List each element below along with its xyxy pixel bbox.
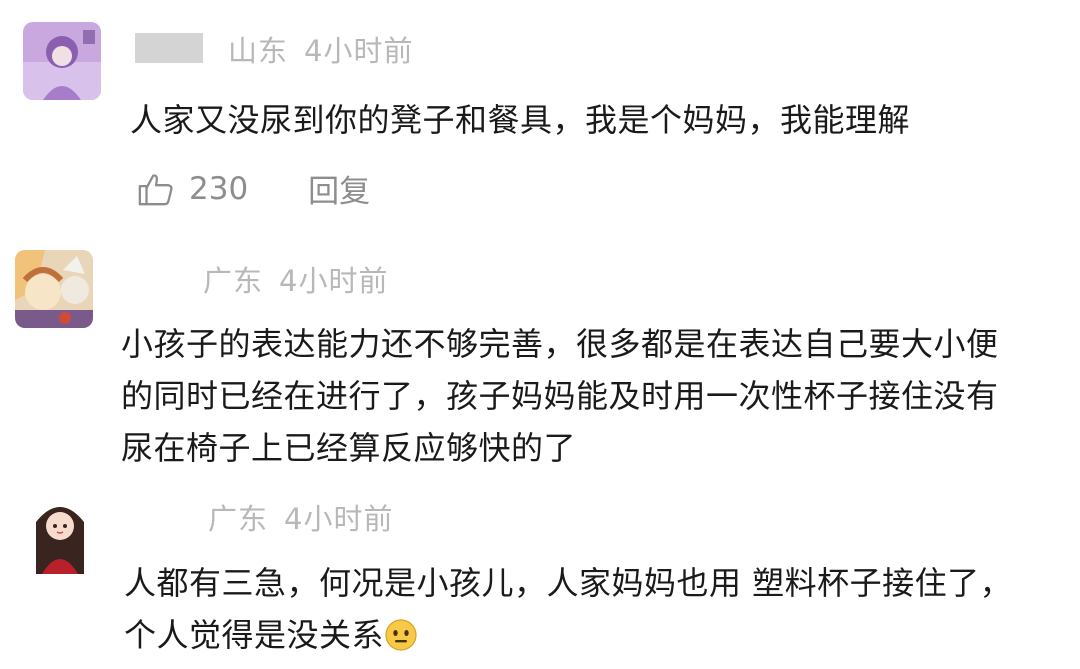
smile-emoji-icon — [384, 618, 418, 652]
like-count: 230 — [189, 170, 249, 207]
avatar[interactable] — [22, 492, 98, 574]
timestamp: 4小时前 — [304, 34, 414, 68]
username-redacted — [135, 33, 203, 63]
comment-line: 个人觉得是没关系 — [124, 616, 385, 654]
location: 广东 — [203, 264, 264, 298]
comment-text: 小孩子的表达能力还不够完善，很多都是在表达自己要大小便 的同时已经在进行了，孩子… — [121, 318, 999, 474]
comment-line: 的同时已经在进行了，孩子妈妈能及时用一次性杯子接住没有 — [121, 377, 999, 415]
location: 山东 — [228, 34, 289, 68]
comment-line: 人家又没尿到你的凳子和餐具，我是个妈妈，我能理解 — [130, 101, 911, 139]
comment-actions: 230 回复 — [137, 166, 370, 211]
comment-2: 广东 4小时前 小孩子的表达能力还不够完善，很多都是在表达自己要大小便 的同时已经… — [0, 230, 1080, 480]
comment-meta: 广东 4小时前 — [208, 496, 409, 538]
location: 广东 — [208, 502, 269, 536]
avatar[interactable] — [23, 22, 101, 100]
comment-line: 尿在椅子上已经算反应够快的了 — [121, 429, 577, 467]
reply-button[interactable]: 回复 — [308, 166, 370, 211]
comment-text: 人家又没尿到你的凳子和餐具，我是个妈妈，我能理解 — [130, 94, 910, 146]
comment-3: 广东 4小时前 人都有三急，何况是小孩儿，人家妈妈也用 塑料杯子接住了， 个人觉得… — [0, 480, 1080, 669]
comment-meta: 山东 4小时前 — [228, 28, 429, 70]
timestamp: 4小时前 — [284, 502, 394, 536]
comment-meta: 广东 4小时前 — [203, 258, 404, 300]
timestamp: 4小时前 — [279, 264, 389, 298]
comment-1: 山东 4小时前 人家又没尿到你的凳子和餐具，我是个妈妈，我能理解 230 回复 — [0, 0, 1080, 230]
comment-line: 人都有三急，何况是小孩儿，人家妈妈也用 塑料杯子接住了， — [124, 564, 1013, 602]
avatar[interactable] — [15, 250, 93, 328]
comment-line: 小孩子的表达能力还不够完善，很多都是在表达自己要大小便 — [121, 325, 999, 363]
comment-text: 人都有三急，何况是小孩儿，人家妈妈也用 塑料杯子接住了， 个人觉得是没关系 — [124, 557, 1012, 661]
thumbs-up-icon[interactable] — [137, 170, 175, 208]
